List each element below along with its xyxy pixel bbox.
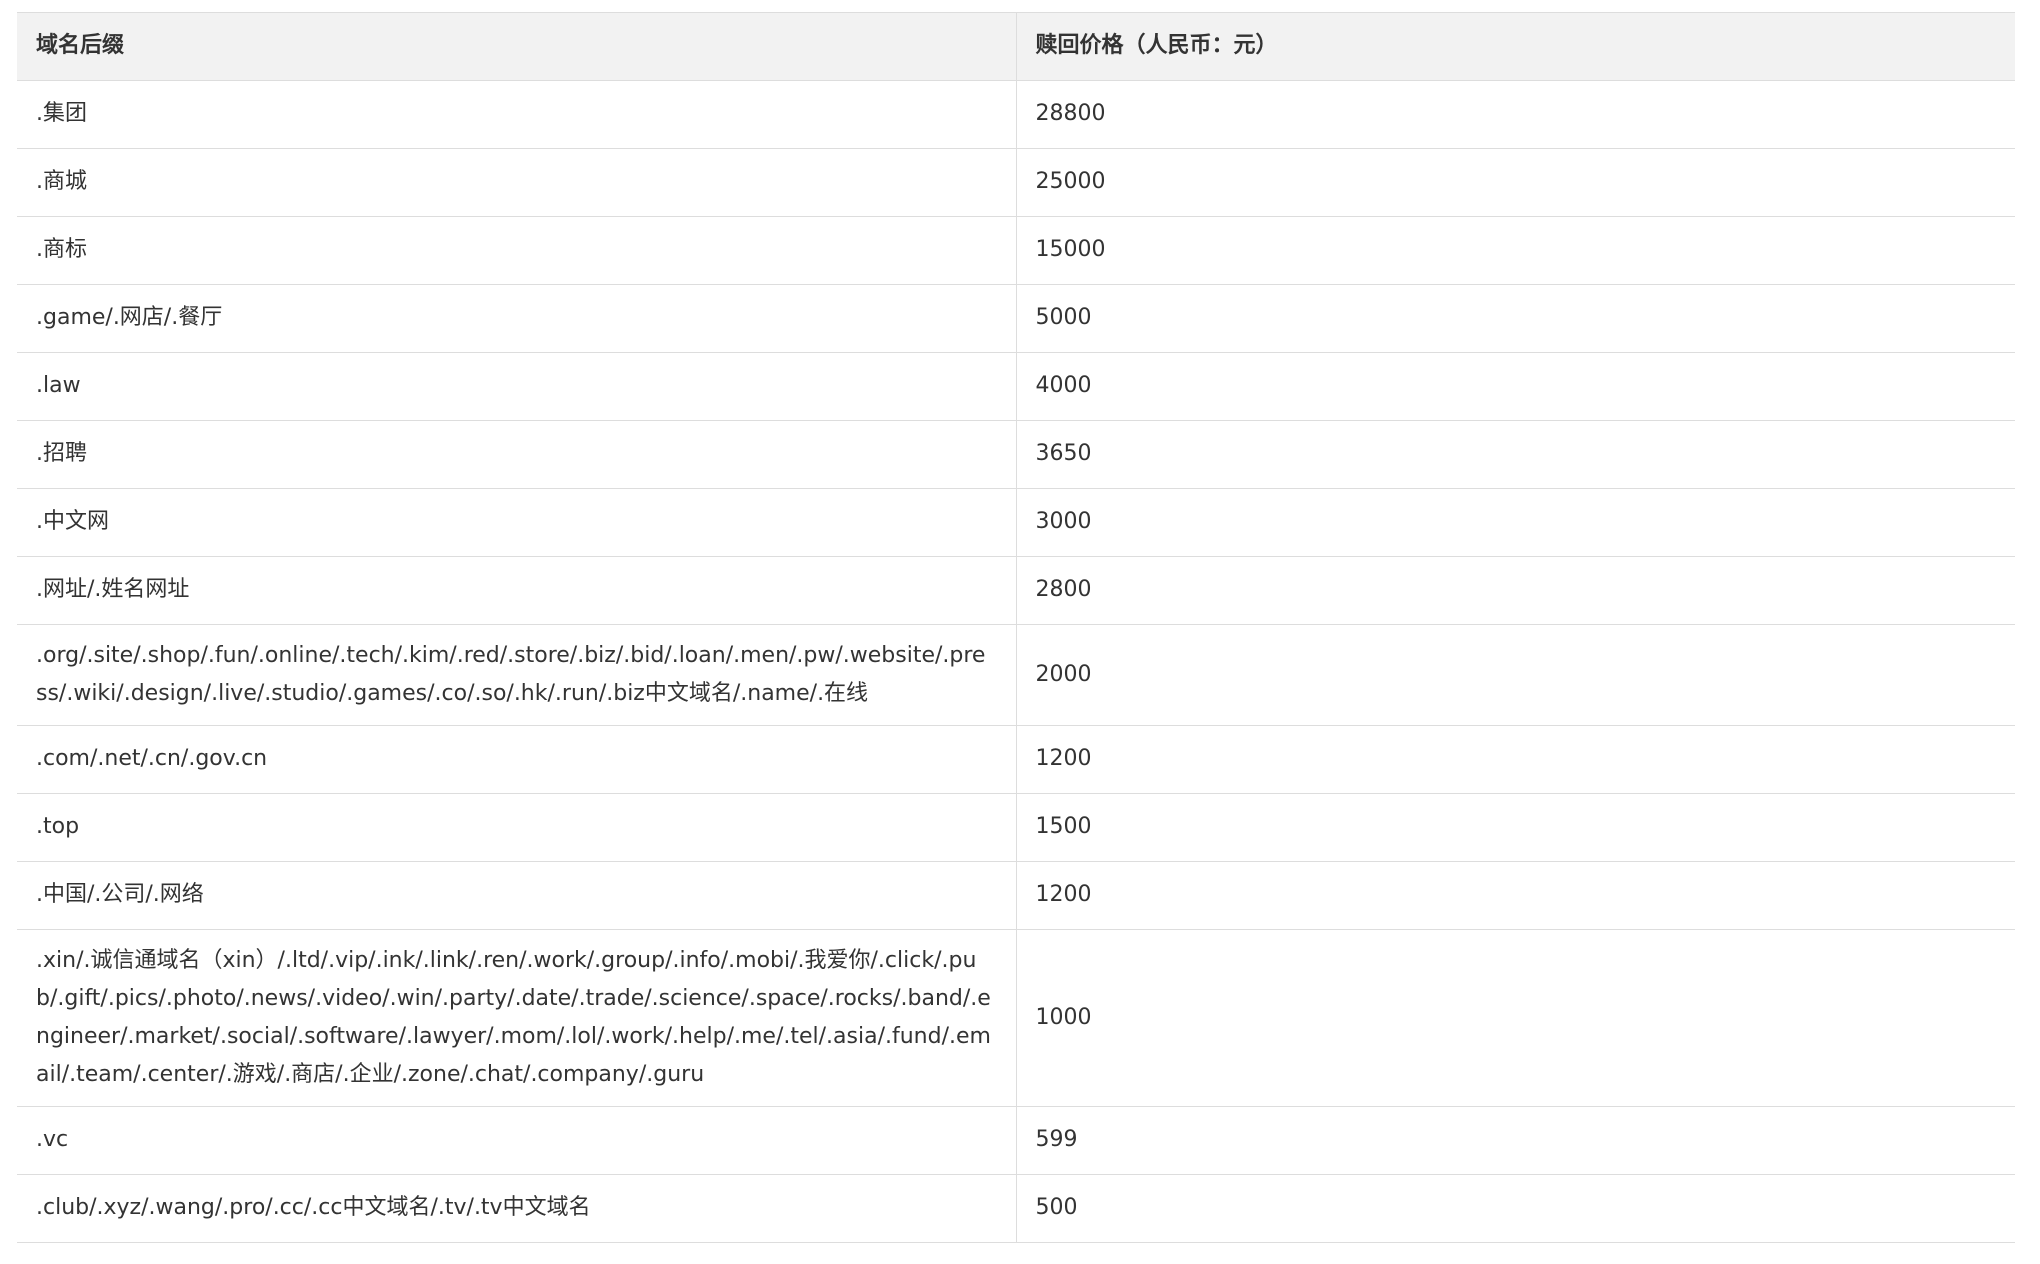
table-row: .com/.net/.cn/.gov.cn 1200 bbox=[17, 725, 2015, 794]
redemption-price-table: 域名后缀 赎回价格（人民币：元） .集团 28800 .商城 25000 .商标… bbox=[17, 13, 2015, 1242]
table-row: .网址/.姓名网址 2800 bbox=[17, 556, 2015, 625]
table-row: .vc 599 bbox=[17, 1106, 2015, 1175]
domain-suffix-cell: .xin/.诚信通域名（xin）/.ltd/.vip/.ink/.link/.r… bbox=[17, 929, 1016, 1107]
domain-suffix-cell: .club/.xyz/.wang/.pro/.cc/.cc中文域名/.tv/.t… bbox=[36, 1195, 591, 1221]
price-cell: 28800 bbox=[1015, 80, 2015, 149]
domain-suffix-cell: .网址/.姓名网址 bbox=[17, 556, 1016, 625]
table-row: .game/.网店/.餐厅 5000 bbox=[17, 284, 2015, 353]
price-cell: 4000 bbox=[1015, 352, 2015, 421]
table-row: .club/.xyz/.wang/.pro/.cc/.cc中文域名/.tv/.t… bbox=[17, 1174, 2015, 1242]
header-redemption-price: 赎回价格（人民币：元） bbox=[1015, 13, 2015, 81]
table-row: .商标 15000 bbox=[17, 216, 2015, 285]
price-cell: 15000 bbox=[1015, 216, 2015, 285]
table-row: .org/.site/.shop/.fun/.online/.tech/.kim… bbox=[17, 624, 2015, 726]
domain-suffix-cell: .商标 bbox=[17, 216, 1016, 285]
price-cell: 3000 bbox=[1015, 488, 2015, 557]
header-domain-suffix: 域名后缀 bbox=[17, 13, 1016, 81]
price-cell: 1000 bbox=[1015, 929, 2015, 1107]
price-cell: 2000 bbox=[1015, 624, 2015, 726]
domain-suffix-cell: .招聘 bbox=[17, 420, 1016, 489]
price-cell: 5000 bbox=[1015, 284, 2015, 353]
domain-suffix-cell: .中国/.公司/.网络 bbox=[17, 861, 1016, 930]
domain-suffix-cell: .top bbox=[17, 793, 1016, 862]
table-row: .中文网 3000 bbox=[17, 488, 2015, 557]
table-row: .top 1500 bbox=[17, 793, 2015, 862]
domain-suffix-cell: .vc bbox=[17, 1106, 1016, 1175]
table-row: .集团 28800 bbox=[17, 80, 2015, 149]
price-cell: 2800 bbox=[1015, 556, 2015, 625]
domain-suffix-cell: .com/.net/.cn/.gov.cn bbox=[17, 725, 1016, 794]
domain-suffix-cell: .org/.site/.shop/.fun/.online/.tech/.kim… bbox=[17, 624, 1016, 726]
redemption-price-table-container: 域名后缀 赎回价格（人民币：元） .集团 28800 .商城 25000 .商标… bbox=[17, 12, 2015, 1243]
price-cell: 599 bbox=[1015, 1106, 2015, 1175]
price-cell: 25000 bbox=[1015, 148, 2015, 217]
table-row: .中国/.公司/.网络 1200 bbox=[17, 861, 2015, 930]
domain-suffix-cell: .game/.网店/.餐厅 bbox=[17, 284, 1016, 353]
price-cell: 3650 bbox=[1015, 420, 2015, 489]
table-header-row: 域名后缀 赎回价格（人民币：元） bbox=[17, 13, 2015, 81]
price-cell: 500 bbox=[1015, 1174, 2015, 1242]
domain-suffix-cell: .商城 bbox=[17, 148, 1016, 217]
price-cell: 1200 bbox=[1015, 725, 2015, 794]
table-row: .xin/.诚信通域名（xin）/.ltd/.vip/.ink/.link/.r… bbox=[17, 929, 2015, 1107]
table-row: .law 4000 bbox=[17, 352, 2015, 421]
domain-suffix-cell: .集团 bbox=[17, 80, 1016, 149]
table-row: .商城 25000 bbox=[17, 148, 2015, 217]
price-cell: 1500 bbox=[1015, 793, 2015, 862]
table-row: .招聘 3650 bbox=[17, 420, 2015, 489]
domain-suffix-cell: .中文网 bbox=[17, 488, 1016, 557]
domain-suffix-cell: .law bbox=[17, 352, 1016, 421]
price-cell: 1200 bbox=[1015, 861, 2015, 930]
